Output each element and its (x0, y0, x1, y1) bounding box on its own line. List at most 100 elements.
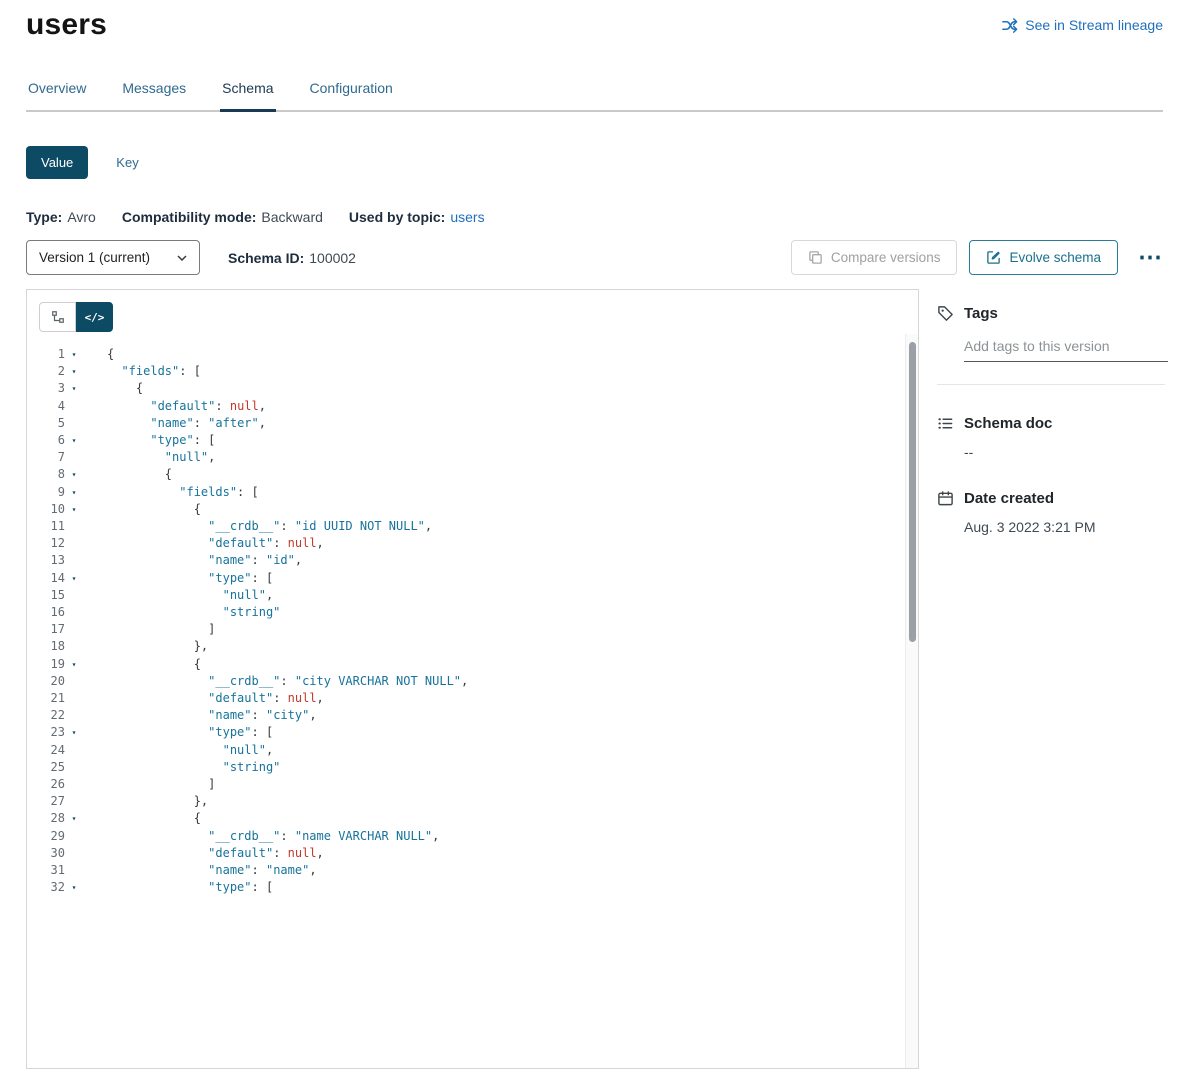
code-line: 15 "null", (27, 587, 918, 604)
line-number: 27 (27, 793, 65, 810)
tree-icon (51, 310, 65, 324)
fold-toggle-icon[interactable]: ▾ (65, 484, 83, 501)
tree-view-button[interactable] (39, 302, 76, 332)
tab-schema[interactable]: Schema (220, 80, 275, 110)
line-number: 22 (27, 707, 65, 724)
type-label: Type: (26, 209, 62, 225)
tags-input[interactable] (964, 336, 1168, 362)
code-line: 27 }, (27, 793, 918, 810)
tab-overview[interactable]: Overview (26, 80, 88, 110)
code-line: 25 "string" (27, 759, 918, 776)
code-text: "fields": [ (83, 484, 259, 501)
chevron-down-icon (177, 255, 187, 261)
code-text: { (83, 810, 201, 827)
fold-spacer (65, 449, 83, 466)
more-options-button[interactable]: ⋯ (1138, 246, 1163, 270)
version-select-value: Version 1 (current) (39, 250, 150, 265)
schema-type: Type: Avro (26, 209, 96, 225)
fold-toggle-icon[interactable]: ▾ (65, 724, 83, 741)
code-text: "type": [ (83, 724, 273, 741)
line-number: 10 (27, 501, 65, 518)
code-line: 14▾ "type": [ (27, 570, 918, 587)
schema-content: </> 1▾{2▾ "fields": [3▾ {4 "default": nu… (26, 289, 1163, 1069)
edit-icon (986, 250, 1001, 265)
code-text: "type": [ (83, 432, 215, 449)
fold-spacer (65, 707, 83, 724)
code-line: 13 "name": "id", (27, 552, 918, 569)
calendar-icon (937, 490, 954, 507)
editor-scrollbar-track[interactable] (905, 334, 918, 1068)
fold-spacer (65, 518, 83, 535)
code-line: 22 "name": "city", (27, 707, 918, 724)
date-created-title: Date created (964, 490, 1054, 507)
line-number: 1 (27, 346, 65, 363)
value-toggle-button[interactable]: Value (26, 146, 88, 179)
list-icon (937, 415, 954, 432)
code-text: "null", (83, 587, 273, 604)
line-number: 8 (27, 466, 65, 483)
fold-toggle-icon[interactable]: ▾ (65, 466, 83, 483)
copy-icon (808, 250, 823, 265)
line-number: 18 (27, 638, 65, 655)
date-created-value: Aug. 3 2022 3:21 PM (964, 519, 1168, 535)
code-text: { (83, 656, 201, 673)
line-number: 20 (27, 673, 65, 690)
fold-spacer (65, 587, 83, 604)
stream-lineage-link[interactable]: See in Stream lineage (1001, 17, 1163, 34)
fold-toggle-icon[interactable]: ▾ (65, 879, 83, 896)
code-text: { (83, 346, 114, 363)
key-toggle-button[interactable]: Key (110, 154, 144, 171)
tab-configuration[interactable]: Configuration (308, 80, 395, 110)
fold-toggle-icon[interactable]: ▾ (65, 501, 83, 518)
line-number: 12 (27, 535, 65, 552)
code-text: "default": null, (83, 845, 324, 862)
fold-toggle-icon[interactable]: ▾ (65, 380, 83, 397)
schema-sidebar: Tags Schema doc -- Date created (919, 289, 1168, 535)
tab-messages[interactable]: Messages (120, 80, 188, 110)
evolve-schema-button[interactable]: Evolve schema (969, 240, 1118, 275)
fold-toggle-icon[interactable]: ▾ (65, 363, 83, 380)
compare-versions-button[interactable]: Compare versions (791, 240, 958, 275)
fold-toggle-icon[interactable]: ▾ (65, 656, 83, 673)
code-text: "string" (83, 604, 280, 621)
topic-link[interactable]: users (450, 209, 484, 225)
code-text: "name": "after", (83, 415, 266, 432)
schema-doc-title: Schema doc (964, 415, 1052, 432)
line-number: 2 (27, 363, 65, 380)
code-line: 19▾ { (27, 656, 918, 673)
code-lines: 1▾{2▾ "fields": [3▾ {4 "default": null,5… (27, 346, 918, 897)
code-view-button[interactable]: </> (76, 302, 113, 332)
fold-spacer (65, 415, 83, 432)
code-line: 18 }, (27, 638, 918, 655)
line-number: 16 (27, 604, 65, 621)
code-text: ] (83, 621, 215, 638)
compatibility-value: Backward (261, 209, 322, 225)
line-number: 13 (27, 552, 65, 569)
code-line: 23▾ "type": [ (27, 724, 918, 741)
code-line: 5 "name": "after", (27, 415, 918, 432)
fold-toggle-icon[interactable]: ▾ (65, 570, 83, 587)
line-number: 11 (27, 518, 65, 535)
code-text: "default": null, (83, 690, 324, 707)
value-key-toggle: Value Key (26, 146, 1163, 179)
code-line: 26 ] (27, 776, 918, 793)
type-value: Avro (67, 209, 96, 225)
page-title: users (26, 8, 107, 42)
schema-doc-section: Schema doc -- (937, 415, 1168, 460)
fold-toggle-icon[interactable]: ▾ (65, 346, 83, 363)
code-line: 32▾ "type": [ (27, 879, 918, 896)
schema-id: Schema ID:100002 (228, 250, 356, 266)
code-text: }, (83, 793, 208, 810)
line-number: 5 (27, 415, 65, 432)
code-line: 21 "default": null, (27, 690, 918, 707)
fold-toggle-icon[interactable]: ▾ (65, 432, 83, 449)
fold-spacer (65, 621, 83, 638)
editor-scrollbar-thumb[interactable] (909, 342, 916, 642)
schema-doc-header: Schema doc (937, 415, 1168, 432)
version-select[interactable]: Version 1 (current) (26, 240, 200, 275)
schema-id-value: 100002 (309, 250, 356, 266)
tag-icon (937, 305, 954, 322)
code-line: 11 "__crdb__": "id UUID NOT NULL", (27, 518, 918, 535)
used-by-topic: Used by topic:users (349, 209, 485, 225)
fold-toggle-icon[interactable]: ▾ (65, 810, 83, 827)
